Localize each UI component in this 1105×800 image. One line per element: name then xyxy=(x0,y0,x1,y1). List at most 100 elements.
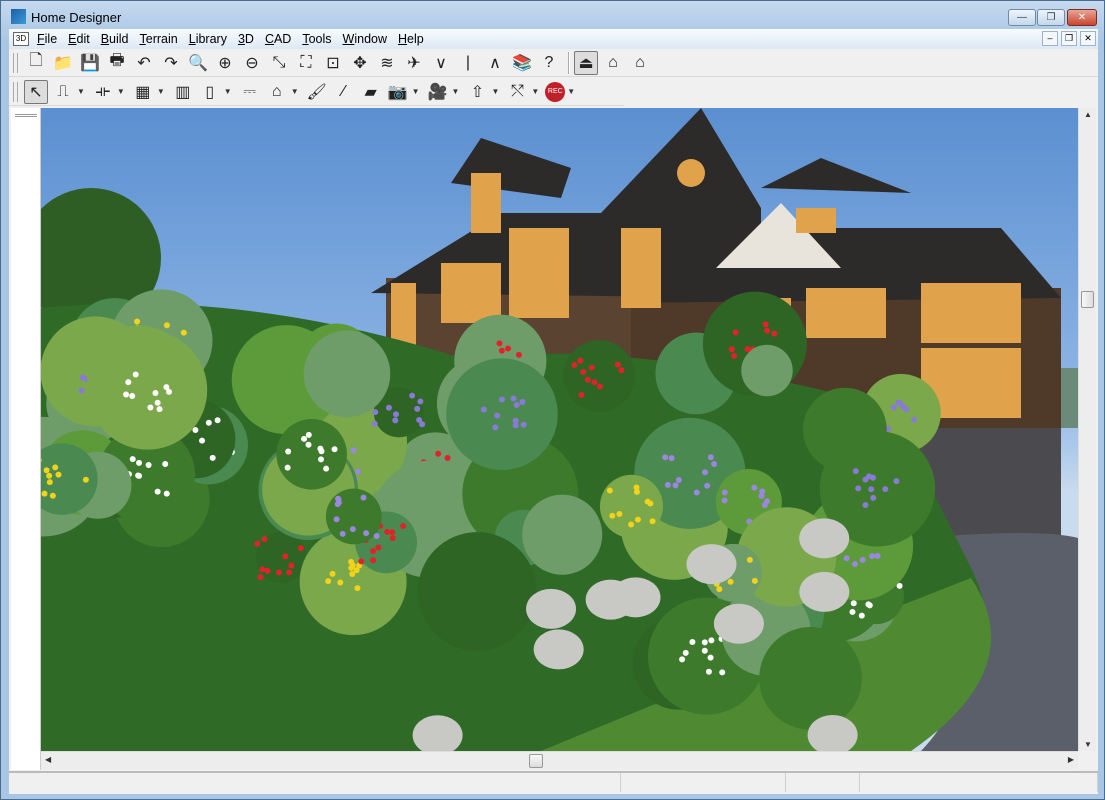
zoom-window-icon[interactable]: ⤡ xyxy=(267,51,291,75)
library-icon[interactable]: 📚 xyxy=(510,51,534,75)
help-icon[interactable]: ? xyxy=(537,51,561,75)
pan-icon[interactable]: ✥ xyxy=(348,51,372,75)
dropdown-arrow-icon[interactable]: ▼ xyxy=(77,87,85,96)
floor-icon[interactable]: | xyxy=(456,51,480,75)
menu-help[interactable]: Help xyxy=(398,32,424,46)
fireplace-icon[interactable]: ▥ xyxy=(171,80,195,104)
flower xyxy=(693,489,700,496)
flower xyxy=(360,494,367,501)
flower xyxy=(588,364,595,371)
document-icon[interactable]: 3D xyxy=(13,32,29,46)
flower xyxy=(870,494,877,501)
dropdown-arrow-icon[interactable]: ▼ xyxy=(117,87,125,96)
flower xyxy=(751,484,758,491)
flower xyxy=(318,456,325,463)
elevation-view-icon[interactable]: ⌂ xyxy=(601,51,625,75)
material-icon[interactable]: ▰ xyxy=(359,80,383,104)
doc-restore-button[interactable]: ❐ xyxy=(1061,31,1077,46)
select-arrow-icon[interactable]: ↖ xyxy=(24,79,48,104)
camera-icon[interactable]: 📷 xyxy=(386,80,410,104)
flower xyxy=(331,446,338,453)
flower xyxy=(510,395,517,402)
horizontal-scroll-thumb[interactable] xyxy=(529,754,543,768)
wall-tool-icon[interactable]: ⎍ xyxy=(51,80,75,104)
scroll-right-arrow[interactable]: ▶ xyxy=(1068,755,1074,764)
flower xyxy=(156,406,163,413)
menu-file[interactable]: File xyxy=(37,32,57,46)
flower xyxy=(337,579,344,586)
menu-cad[interactable]: CAD xyxy=(265,32,291,46)
menu-3d[interactable]: 3D xyxy=(238,32,254,46)
shrub xyxy=(446,358,558,470)
boulder xyxy=(533,629,584,670)
electrical-icon[interactable]: ⎓ xyxy=(238,80,262,104)
house-icon[interactable]: ⌂ xyxy=(265,80,289,104)
dropdown-arrow-icon[interactable]: ▼ xyxy=(491,87,499,96)
up-floor-icon[interactable]: ∧ xyxy=(483,51,507,75)
doc-minimize-button[interactable]: – xyxy=(1042,31,1058,46)
menu-library[interactable]: Library xyxy=(189,32,227,46)
menu-edit[interactable]: Edit xyxy=(68,32,90,46)
undo-icon[interactable]: ↶ xyxy=(132,51,156,75)
cabinet-icon[interactable]: ▦ xyxy=(131,80,155,104)
record-icon[interactable]: REC xyxy=(545,81,566,102)
redo-icon[interactable]: ↷ xyxy=(159,51,183,75)
print-icon[interactable]: 🖶 xyxy=(105,51,129,75)
close-button[interactable]: ✕ xyxy=(1067,9,1097,26)
flower xyxy=(163,490,170,497)
toolbar-grip[interactable] xyxy=(13,81,18,102)
flower xyxy=(606,487,613,494)
dropdown-arrow-icon[interactable]: ▼ xyxy=(157,87,165,96)
dropdown-arrow-icon[interactable]: ▼ xyxy=(412,87,420,96)
flower xyxy=(333,516,340,523)
toolbar-grip[interactable] xyxy=(13,52,18,73)
dropdown-arrow-icon[interactable]: ▼ xyxy=(452,87,460,96)
open-folder-icon[interactable]: 📁 xyxy=(51,51,75,75)
maximize-button[interactable]: ❐ xyxy=(1037,9,1065,26)
dropdown-arrow-icon[interactable]: ▼ xyxy=(531,87,539,96)
horizontal-scrollbar[interactable]: ◀ ▶ xyxy=(41,751,1078,769)
layers-icon[interactable]: ≋ xyxy=(375,51,399,75)
zoom-out-icon[interactable]: ⊖ xyxy=(240,51,264,75)
flower xyxy=(400,523,407,530)
walkthrough-camera-icon[interactable]: 🎥 xyxy=(426,80,450,104)
terrain-tool-icon[interactable]: ⤲ xyxy=(505,80,529,104)
up-arrow-icon[interactable]: ⇧ xyxy=(465,80,489,104)
dropdown-arrow-icon[interactable]: ▼ xyxy=(224,87,232,96)
dropdown-arrow-icon[interactable]: ▼ xyxy=(291,87,299,96)
menu-terrain[interactable]: Terrain xyxy=(140,32,178,46)
zoom-icon[interactable]: 🔍 xyxy=(186,51,210,75)
scroll-up-arrow[interactable]: ▲ xyxy=(1084,110,1092,119)
scroll-down-arrow[interactable]: ▼ xyxy=(1084,740,1092,749)
new-icon[interactable]: 🗋 xyxy=(24,51,48,75)
fill-window-icon[interactable]: ⛶ xyxy=(294,51,318,75)
flower xyxy=(384,528,391,535)
minimize-button[interactable]: — xyxy=(1008,9,1036,26)
flower xyxy=(580,368,587,375)
menu-build[interactable]: Build xyxy=(101,32,129,46)
door-icon[interactable]: ▯ xyxy=(198,80,222,104)
dropdown-arrow-icon[interactable]: ▼ xyxy=(567,87,575,96)
send-icon[interactable]: ✈ xyxy=(402,51,426,75)
flower xyxy=(499,396,506,403)
flower xyxy=(512,422,519,429)
fill-window-building-icon[interactable]: ⊡ xyxy=(321,51,345,75)
dimension-icon[interactable]: ⟛ xyxy=(91,80,115,104)
menu-window[interactable]: Window xyxy=(343,32,387,46)
floor-plan-view-icon[interactable]: ⏏ xyxy=(574,50,598,75)
scroll-left-arrow[interactable]: ◀ xyxy=(45,755,51,764)
flower xyxy=(843,555,850,562)
3d-view-icon[interactable]: ⌂ xyxy=(628,51,652,75)
vertical-scroll-thumb[interactable] xyxy=(1081,291,1094,308)
save-icon[interactable]: 💾 xyxy=(78,51,102,75)
vertical-scrollbar[interactable]: ▲ ▼ xyxy=(1078,108,1096,751)
flower xyxy=(370,557,377,564)
paint-icon[interactable]: 🖌 xyxy=(305,80,329,104)
menu-tools[interactable]: Tools xyxy=(302,32,331,46)
eyedropper-icon[interactable]: ⁄ xyxy=(332,80,356,104)
doc-close-button[interactable]: ✕ xyxy=(1080,31,1096,46)
zoom-in-icon[interactable]: ⊕ xyxy=(213,51,237,75)
flower xyxy=(435,450,442,457)
down-floor-icon[interactable]: ∨ xyxy=(429,51,453,75)
3d-render-view[interactable] xyxy=(41,108,1078,751)
